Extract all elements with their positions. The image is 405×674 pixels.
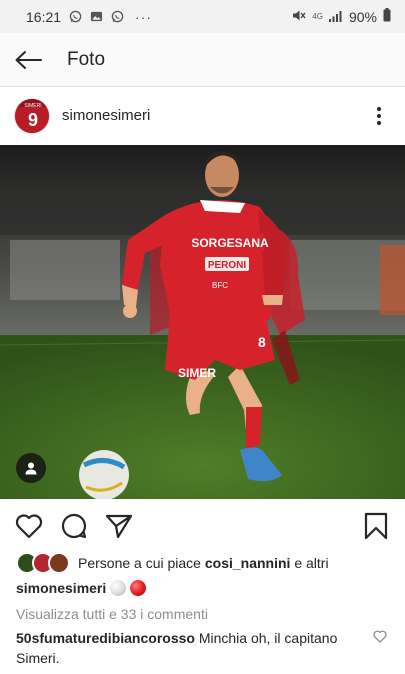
- share-button[interactable]: [104, 511, 134, 541]
- likes-text: Persone a cui piace cosi_nannini e altri: [78, 555, 329, 571]
- signal-icon: [328, 9, 343, 25]
- whatsapp-icon: [68, 10, 82, 24]
- paper-plane-icon: [105, 514, 133, 539]
- white-ball-emoji-icon: [110, 580, 127, 596]
- likes-user[interactable]: cosi_nannini: [205, 555, 291, 571]
- app-header: Foto: [0, 33, 405, 87]
- view-all-comments-link[interactable]: Visualizza tutti e 33 i commenti: [16, 606, 208, 622]
- status-time: 16:21: [26, 8, 62, 25]
- post-options-button[interactable]: [367, 104, 391, 128]
- gallery-icon: [89, 10, 103, 24]
- likes-row[interactable]: Persone a cui piace cosi_nannini e altri: [16, 551, 329, 575]
- post-username[interactable]: simonesimeri: [62, 107, 150, 124]
- bookmark-icon: [364, 512, 388, 540]
- avatar[interactable]: SIMERI 9: [14, 98, 50, 134]
- avatar-jersey-number: 9: [28, 110, 38, 130]
- arrow-left-icon: [15, 50, 42, 69]
- post-actions-bar: [0, 505, 405, 547]
- player-number: 8: [258, 334, 266, 350]
- mute-icon: [292, 9, 306, 25]
- battery-percent: 90%: [348, 8, 377, 25]
- post-photo[interactable]: SIMER 8 SORGESANA PERONI BFC: [0, 145, 405, 499]
- whatsapp-icon-2: [110, 10, 124, 24]
- sponsor-third-text: BFC: [212, 281, 228, 290]
- heart-outline-icon: [373, 630, 387, 643]
- more-notifications-icon: ···: [135, 8, 153, 25]
- jersey-avatar-image: SIMERI 9: [15, 99, 49, 133]
- liker-avatar: [48, 552, 70, 574]
- liker-avatars: [16, 552, 72, 574]
- status-bar: 16:21 ··· 4G 90%: [0, 0, 405, 33]
- page-title: Foto: [67, 48, 106, 70]
- network-type-label: 4G: [312, 12, 323, 21]
- post-header: SIMERI 9 simonesimeri: [0, 88, 405, 144]
- likes-prefix: Persone a cui piace: [78, 555, 205, 571]
- red-ball-emoji-icon: [130, 580, 147, 596]
- comment-bubble-icon: [61, 513, 87, 539]
- like-button[interactable]: [14, 511, 44, 541]
- shorts-text: SIMER: [178, 366, 216, 380]
- battery-icon: [383, 8, 391, 25]
- comment-item: 50sfumaturedibiancorosso Minchia oh, il …: [16, 628, 361, 668]
- vertical-dots-icon: [377, 107, 381, 125]
- football-player-image: SIMER 8 SORGESANA PERONI BFC: [0, 145, 405, 499]
- comment-username[interactable]: 50sfumaturedibiancorosso: [16, 630, 195, 646]
- sponsor-second-text: PERONI: [208, 260, 247, 271]
- caption: simonesimeri: [16, 580, 147, 596]
- caption-username[interactable]: simonesimeri: [16, 580, 106, 596]
- status-bar-left: 16:21 ···: [26, 9, 152, 25]
- back-button[interactable]: [0, 33, 56, 87]
- heart-outline-icon: [15, 514, 43, 539]
- comment-like-button[interactable]: [373, 630, 387, 644]
- save-button[interactable]: [361, 511, 391, 541]
- user-tag-button[interactable]: [16, 453, 46, 483]
- status-bar-right: 4G 90%: [292, 8, 391, 25]
- likes-suffix: e altri: [290, 555, 329, 571]
- avatar-jersey-name: SIMERI: [24, 103, 41, 109]
- comment-button[interactable]: [59, 511, 89, 541]
- user-tag-icon: [25, 462, 37, 475]
- sponsor-main-text: SORGESANA: [191, 236, 269, 250]
